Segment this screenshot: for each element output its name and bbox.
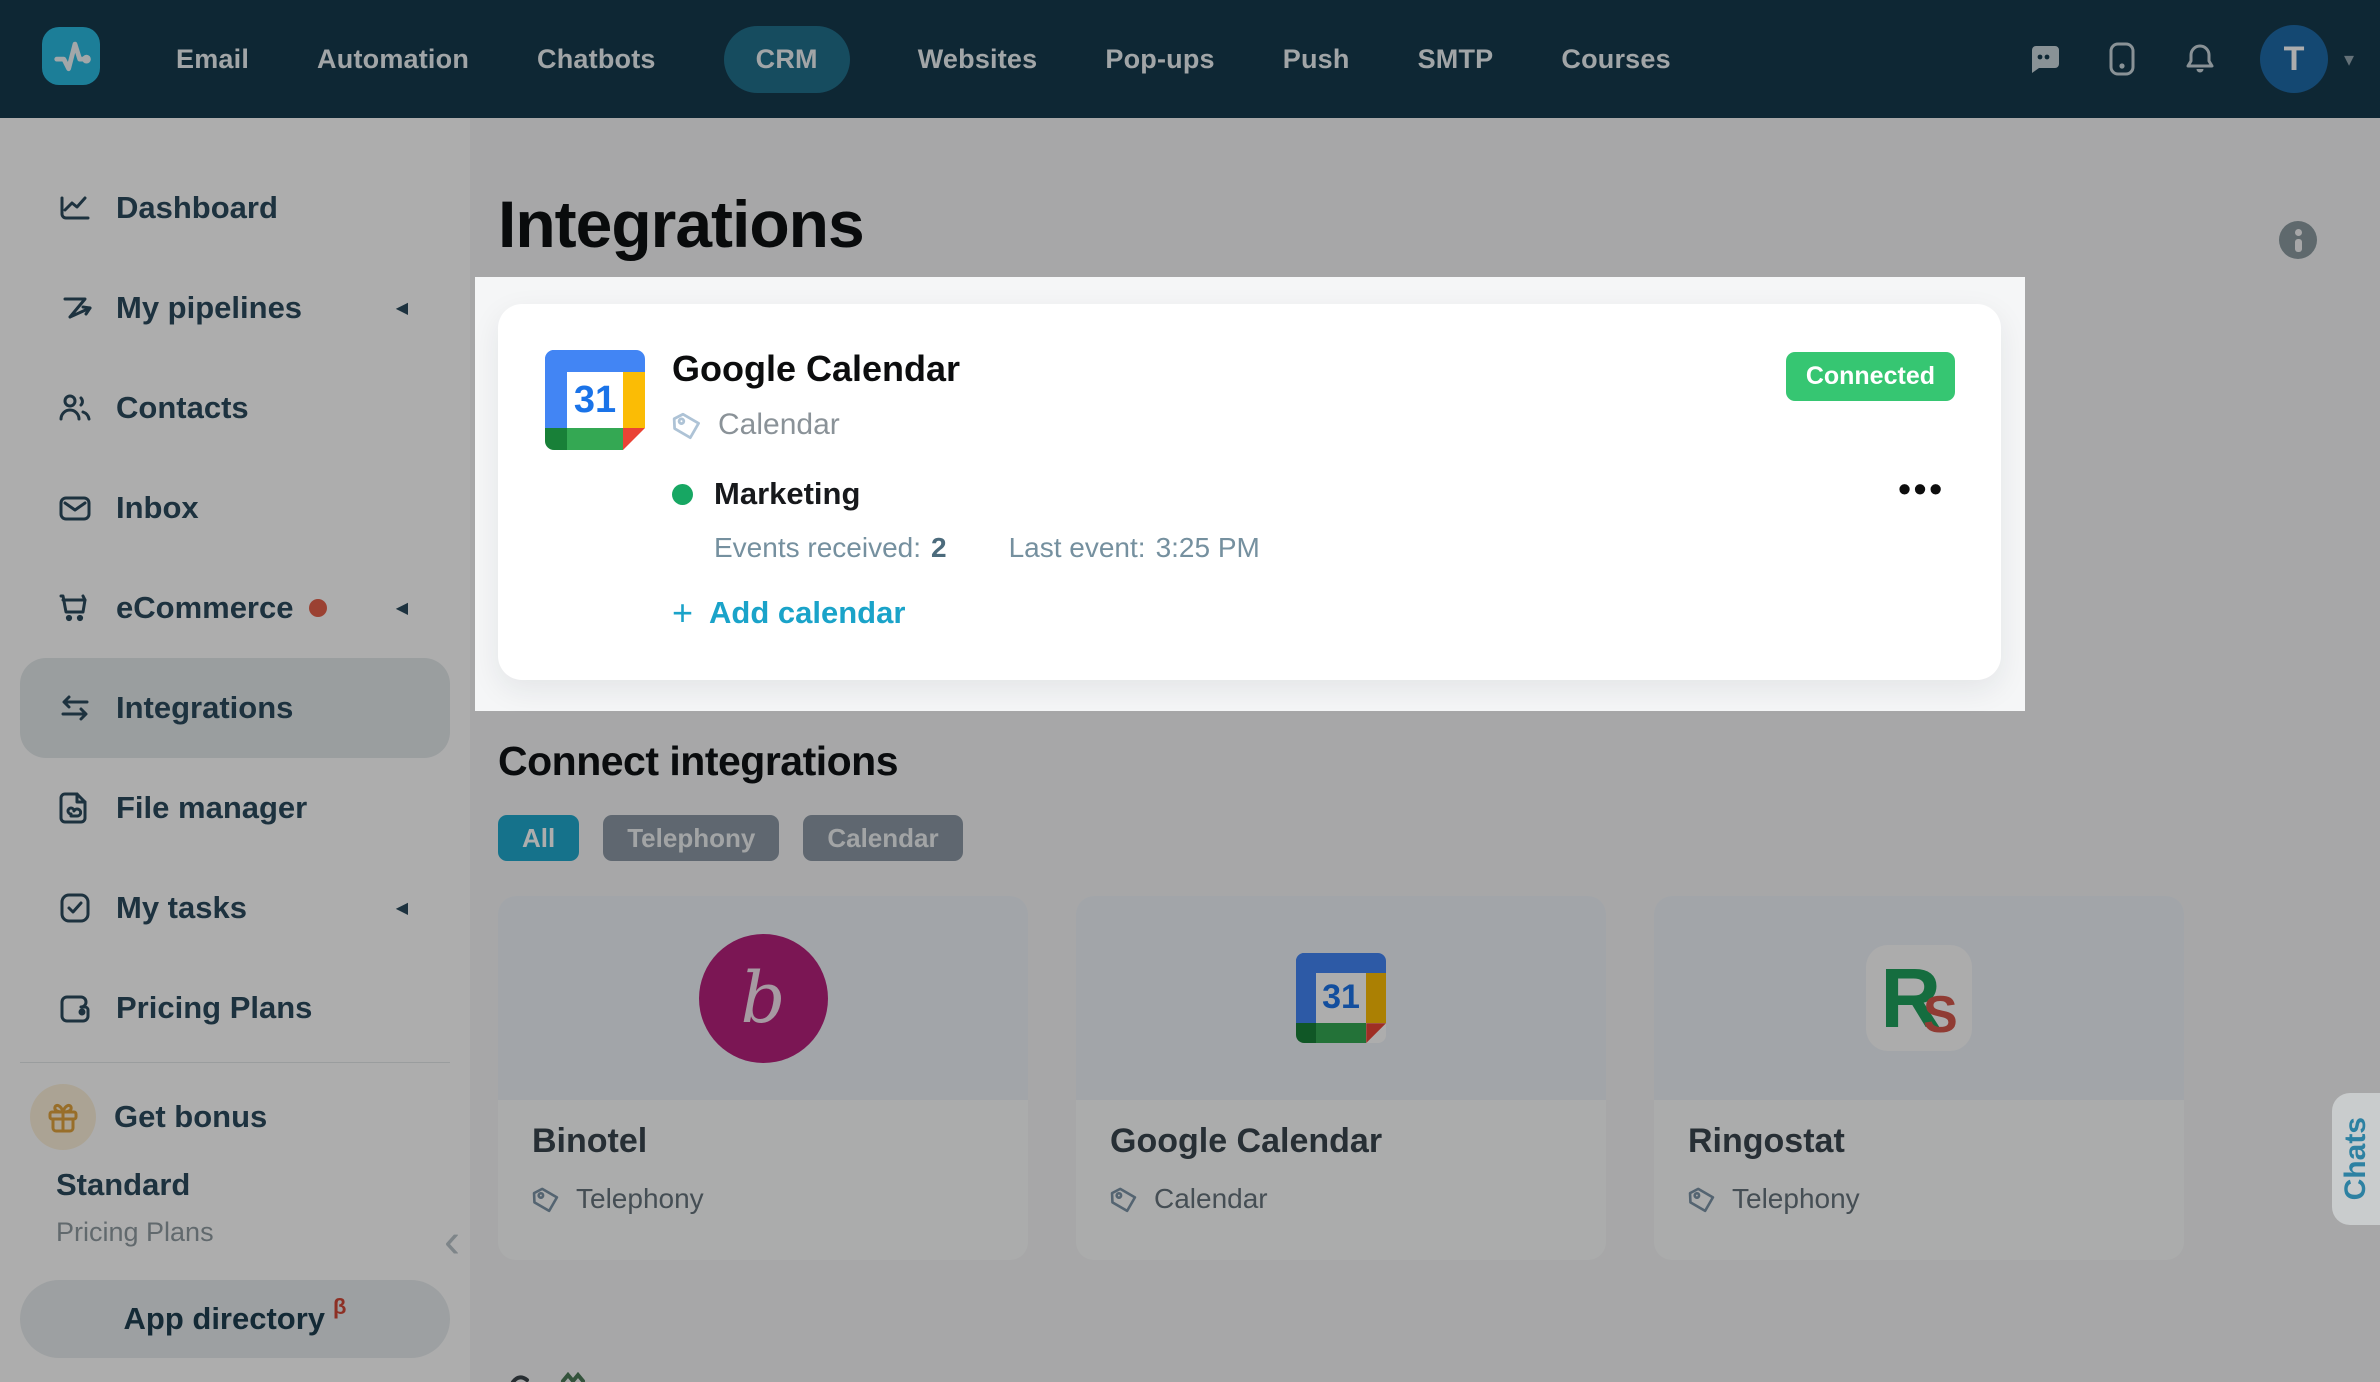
sidebar: Dashboard My pipelines ◀ [0,118,470,1382]
status-badge-connected: Connected [1786,352,1955,401]
pipelines-icon [56,289,94,327]
chats-side-tab[interactable]: Chats [2332,1093,2380,1225]
clipped-next-row-hint [505,1372,615,1382]
integration-category: Calendar [718,408,840,442]
collapse-caret-icon[interactable]: ◀ [396,298,408,318]
beta-badge: β [333,1294,346,1320]
nav-item-smtp[interactable]: SMTP [1418,44,1494,75]
mobile-app-icon[interactable] [2104,41,2140,77]
sidebar-item-contacts[interactable]: Contacts [0,358,470,458]
ringostat-logo: R S [1654,896,2184,1100]
avatar-dropdown-caret-icon[interactable]: ▾ [2344,47,2354,72]
calendar-status-dot [672,484,693,505]
current-plan-sublabel[interactable]: Pricing Plans [0,1217,470,1248]
integration-filters: All Telephony Calendar [498,815,963,861]
sidebar-collapse-chevron-icon[interactable]: ‹ [444,1218,460,1266]
integration-card-ringostat[interactable]: R S Ringostat Telephony [1654,896,2184,1260]
integration-category: Telephony [1732,1183,1860,1215]
contacts-icon [56,389,94,427]
tour-spotlight-region: 31 Google Calendar Calendar Connected Ma… [475,277,2025,711]
notification-dot [309,599,327,617]
tag-icon [532,1184,562,1214]
sidebar-item-ecommerce[interactable]: eCommerce ◀ [0,558,470,658]
integration-category: Calendar [1154,1183,1268,1215]
tag-icon [1110,1184,1140,1214]
sidebar-menu: Dashboard My pipelines ◀ [0,118,470,1248]
google-calendar-logo: 31 [545,350,645,450]
last-event-label: Last event: [1009,532,1146,564]
filter-calendar[interactable]: Calendar [803,815,962,861]
events-received-label: Events received: [714,532,921,564]
info-icon[interactable] [2279,221,2317,259]
tag-icon [1688,1184,1718,1214]
nav-item-popups[interactable]: Pop-ups [1105,44,1214,75]
dashboard-icon [56,189,94,227]
more-options-icon[interactable]: ••• [1898,468,1945,510]
integration-card-google-calendar[interactable]: 31 Google Calendar Calendar [1076,896,1606,1260]
last-event-value: 3:25 PM [1156,532,1260,564]
nav-item-chatbots[interactable]: Chatbots [537,44,656,75]
nav-item-automation[interactable]: Automation [317,44,469,75]
sidebar-divider [20,1062,450,1063]
add-calendar-button[interactable]: + Add calendar [672,592,905,634]
nav-item-courses[interactable]: Courses [1561,44,1670,75]
calendar-stats: Events received: 2 Last event: 3:25 PM [714,532,1260,564]
get-bonus-item[interactable]: Get bonus [0,1069,470,1165]
tasks-icon [56,889,94,927]
google-calendar-logo: 31 [1076,896,1606,1100]
page-title: Integrations [498,186,864,262]
integration-name: Google Calendar [672,348,960,390]
gift-icon [30,1084,96,1150]
wallet-icon [56,989,94,1027]
sidebar-item-dashboard[interactable]: Dashboard [0,158,470,258]
nav-item-push[interactable]: Push [1283,44,1350,75]
filter-telephony[interactable]: Telephony [603,815,779,861]
inbox-icon [56,489,94,527]
current-plan-name: Standard [0,1167,470,1203]
notifications-bell-icon[interactable] [2182,41,2218,77]
pulse-logo-icon [48,33,94,79]
calendar-name: Marketing [714,476,860,512]
connect-integrations-heading: Connect integrations [498,738,898,785]
plus-icon: + [672,592,693,634]
integration-name: Google Calendar [1110,1122,1572,1161]
sidebar-item-my-pipelines[interactable]: My pipelines ◀ [0,258,470,358]
integrations-icon [56,689,94,727]
user-avatar[interactable]: T [2260,25,2328,93]
app-directory-button[interactable]: App directory β [20,1280,450,1358]
sidebar-item-my-tasks[interactable]: My tasks ◀ [0,858,470,958]
integration-name: Ringostat [1688,1122,2150,1161]
app-logo[interactable] [42,27,100,85]
messages-icon[interactable] [2026,41,2062,77]
integration-name: Binotel [532,1122,994,1161]
connected-integration-card: 31 Google Calendar Calendar Connected Ma… [498,304,2001,680]
primary-nav: Email Automation Chatbots CRM Websites P… [176,0,1671,118]
collapse-caret-icon[interactable]: ◀ [396,598,408,618]
tag-icon [672,409,704,441]
collapse-caret-icon[interactable]: ◀ [396,898,408,918]
sidebar-item-integrations[interactable]: Integrations [20,658,450,758]
events-received-value: 2 [931,532,947,564]
nav-item-email[interactable]: Email [176,44,249,75]
top-navigation-bar: Email Automation Chatbots CRM Websites P… [0,0,2380,118]
sidebar-item-inbox[interactable]: Inbox [0,458,470,558]
nav-item-crm-active[interactable]: CRM [724,26,850,93]
sidebar-item-pricing-plans[interactable]: Pricing Plans [0,958,470,1058]
binotel-logo: b [498,896,1028,1100]
nav-item-websites[interactable]: Websites [918,44,1038,75]
integration-category: Telephony [576,1183,704,1215]
sidebar-item-file-manager[interactable]: File manager [0,758,470,858]
ecommerce-icon [56,589,94,627]
file-manager-icon [56,789,94,827]
nav-utility-area: T ▾ [2026,0,2354,118]
integration-card-binotel[interactable]: b Binotel Telephony [498,896,1028,1260]
filter-all[interactable]: All [498,815,579,861]
